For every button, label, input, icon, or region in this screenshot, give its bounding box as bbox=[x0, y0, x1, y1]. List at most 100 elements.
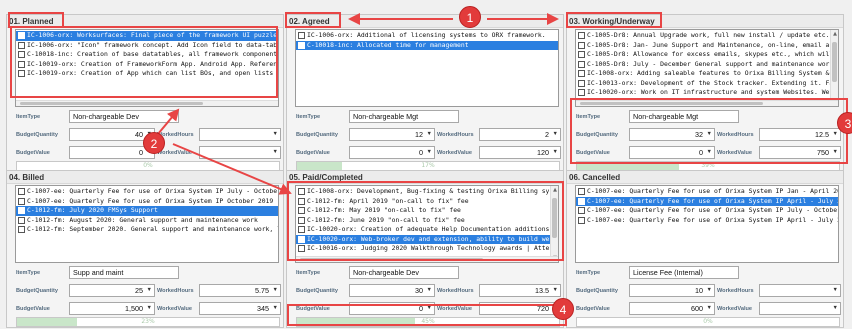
checkbox[interactable] bbox=[18, 207, 25, 215]
budget-value-field[interactable]: 600 ▼ bbox=[629, 302, 715, 315]
worked-hours-label: WorkedHours bbox=[717, 288, 754, 294]
list-item-label: C-1012-fm: July 2020 FMSys Support bbox=[27, 206, 158, 214]
checkbox[interactable] bbox=[578, 51, 585, 59]
list-item[interactable]: C-1007-ee: Quarterly Fee for use of Orix… bbox=[576, 216, 838, 226]
chevron-down-icon[interactable]: ▼ bbox=[553, 147, 558, 158]
checkbox[interactable] bbox=[578, 188, 585, 196]
worked-value-label: WorkedValue bbox=[717, 306, 753, 312]
annotation-box-working-fields bbox=[570, 98, 848, 164]
chevron-down-icon[interactable]: ▼ bbox=[833, 285, 838, 296]
worked-hours-field[interactable]: 13.5 ▼ bbox=[479, 284, 561, 297]
budget-value-field[interactable]: 1,500 ▼ bbox=[69, 302, 155, 315]
worked-hours-field[interactable]: ▼ bbox=[199, 128, 281, 141]
horizontal-scrollbar[interactable] bbox=[16, 100, 278, 106]
checkbox[interactable] bbox=[578, 197, 585, 205]
item-list[interactable]: IC-1006-orx: Additional of licensing sys… bbox=[295, 29, 559, 107]
list-item[interactable]: IC-1008-orx: Adding saleable features to… bbox=[576, 69, 838, 79]
list-item-label: IC-1006-orx: Additional of licensing sys… bbox=[307, 31, 546, 39]
list-item[interactable]: C-1007-ee: Quarterly Fee for use of Orix… bbox=[16, 187, 278, 197]
item-type-field[interactable]: Non-chargeable Mgt bbox=[349, 110, 459, 123]
checkbox[interactable] bbox=[18, 226, 25, 234]
checkbox[interactable] bbox=[578, 60, 585, 68]
item-type-field[interactable]: Supp and maint bbox=[69, 266, 179, 279]
item-type-field[interactable]: Non-chargeable Dev bbox=[349, 266, 459, 279]
worked-value-label: WorkedValue bbox=[157, 150, 193, 156]
list-item[interactable]: C-1007-ee: Quarterly Fee for use of Orix… bbox=[576, 206, 838, 216]
chevron-down-icon[interactable]: ▼ bbox=[553, 129, 558, 140]
checkbox[interactable] bbox=[18, 197, 25, 205]
budget-value-value: 0 bbox=[419, 148, 423, 157]
worked-value-field[interactable]: 120 ▼ bbox=[479, 146, 561, 159]
list-item[interactable]: C-1007-ee: Quarterly Fee for use of Orix… bbox=[576, 196, 838, 206]
budget-value-field[interactable]: 0▼ bbox=[69, 146, 155, 159]
list-item[interactable]: C-1005-Dr8: Jan- June Support and Mainte… bbox=[576, 41, 838, 51]
checkbox[interactable] bbox=[298, 32, 305, 40]
list-item[interactable]: IC-10013-orx: Development of the Stock t… bbox=[576, 79, 838, 89]
checkbox[interactable] bbox=[578, 89, 585, 97]
worked-hours-field[interactable]: 5.75 ▼ bbox=[199, 284, 281, 297]
item-list[interactable]: C-1007-ee: Quarterly Fee for use of Orix… bbox=[575, 185, 839, 263]
chevron-down-icon[interactable]: ▼ bbox=[833, 303, 838, 314]
budget-quantity-field[interactable]: 10 ▼ bbox=[629, 284, 715, 297]
chevron-down-icon[interactable]: ▼ bbox=[273, 303, 278, 314]
worked-hours-field[interactable]: 2 ▼ bbox=[479, 128, 561, 141]
annotation-box-agreed-title bbox=[285, 12, 341, 28]
checkbox[interactable] bbox=[18, 188, 25, 196]
chevron-down-icon[interactable]: ▼ bbox=[147, 285, 152, 296]
checkbox[interactable] bbox=[18, 216, 25, 224]
list-item[interactable]: IC-1006-orx: Additional of licensing sys… bbox=[296, 31, 558, 41]
item-type-field[interactable]: Non-chargeable Dev bbox=[69, 110, 179, 123]
list-item[interactable]: C-1005-Dr8: July - December General supp… bbox=[576, 60, 838, 70]
list-item[interactable]: C-1007-ee: Quarterly Fee for use of Orix… bbox=[576, 187, 838, 197]
list-item[interactable]: C-1012-fm: September 2020. General suppo… bbox=[16, 225, 278, 235]
scroll-up-icon[interactable]: ▲ bbox=[831, 30, 838, 38]
chevron-down-icon[interactable]: ▼ bbox=[707, 303, 712, 314]
checkbox[interactable] bbox=[298, 41, 305, 49]
worked-hours-field[interactable]: ▼ bbox=[759, 284, 841, 297]
budget-quantity-field[interactable]: 40▼ bbox=[69, 128, 155, 141]
scroll-thumb[interactable] bbox=[20, 102, 204, 105]
worked-hours-value: 13.5 bbox=[535, 286, 549, 295]
list-item[interactable]: C-1012-fm: July 2020 FMSys Support bbox=[16, 206, 278, 216]
list-item[interactable]: C-1005-Dr8: Annual Upgrade work, full ne… bbox=[576, 31, 838, 41]
list-item[interactable]: C-1005-Dr8: Allowance for excess emails,… bbox=[576, 50, 838, 60]
list-item-label: IC-1008-orx: Adding saleable features to… bbox=[587, 69, 838, 77]
item-list[interactable]: C-1007-ee: Quarterly Fee for use of Orix… bbox=[15, 185, 279, 263]
chevron-down-icon[interactable]: ▼ bbox=[273, 129, 278, 140]
list-item-label: IC-10013-orx: Development of the Stock t… bbox=[587, 78, 838, 87]
budget-quantity-field[interactable]: 25 ▼ bbox=[69, 284, 155, 297]
budget-quantity-field[interactable]: 12 ▼ bbox=[349, 128, 435, 141]
chevron-down-icon[interactable]: ▼ bbox=[553, 285, 558, 296]
item-list[interactable]: C-1005-Dr8: Annual Upgrade work, full ne… bbox=[575, 29, 839, 107]
list-item[interactable]: C-1012-fm: August 2020: General support … bbox=[16, 216, 278, 226]
worked-value-field[interactable]: ▼ bbox=[199, 146, 281, 159]
worked-value-field[interactable]: 345 ▼ bbox=[199, 302, 281, 315]
chevron-down-icon[interactable]: ▼ bbox=[147, 303, 152, 314]
checkbox[interactable] bbox=[578, 32, 585, 40]
list-item[interactable]: IC-10020-orx: Work on IT infrastructure … bbox=[576, 88, 838, 98]
chevron-down-icon[interactable]: ▼ bbox=[427, 129, 432, 140]
checkbox[interactable] bbox=[578, 79, 585, 87]
checkbox[interactable] bbox=[578, 207, 585, 215]
list-item[interactable]: C-10018-inc: Allocated time for manageme… bbox=[296, 40, 558, 50]
budget-value-label: BudgetValue bbox=[576, 306, 610, 312]
chevron-down-icon[interactable]: ▼ bbox=[273, 147, 278, 158]
worked-value-field[interactable]: ▼ bbox=[759, 302, 841, 315]
item-type-field[interactable]: License Fee (Internal) bbox=[629, 266, 739, 279]
list-item[interactable]: C-1007-ee: Quarterly Fee for use of Orix… bbox=[16, 197, 278, 207]
budget-value-field[interactable]: 0▼ bbox=[349, 146, 435, 159]
chevron-down-icon[interactable]: ▼ bbox=[427, 285, 432, 296]
chevron-down-icon[interactable]: ▼ bbox=[707, 285, 712, 296]
list-item-label: C-1005-Dr8: Allowance for excess emails,… bbox=[587, 50, 838, 58]
scroll-thumb[interactable] bbox=[832, 42, 837, 82]
chevron-down-icon[interactable]: ▼ bbox=[273, 285, 278, 296]
checkbox[interactable] bbox=[578, 70, 585, 78]
checkbox[interactable] bbox=[578, 216, 585, 224]
vertical-scrollbar[interactable]: ▲▼ bbox=[830, 30, 838, 106]
chevron-down-icon[interactable]: ▼ bbox=[427, 147, 432, 158]
checkbox[interactable] bbox=[578, 41, 585, 49]
item-type-label: ItemType bbox=[296, 114, 321, 120]
budget-quantity-field[interactable]: 30 ▼ bbox=[349, 284, 435, 297]
budget-quantity-value: 40 bbox=[135, 130, 143, 139]
budget-quantity-label: BudgetQuantity bbox=[296, 288, 338, 294]
